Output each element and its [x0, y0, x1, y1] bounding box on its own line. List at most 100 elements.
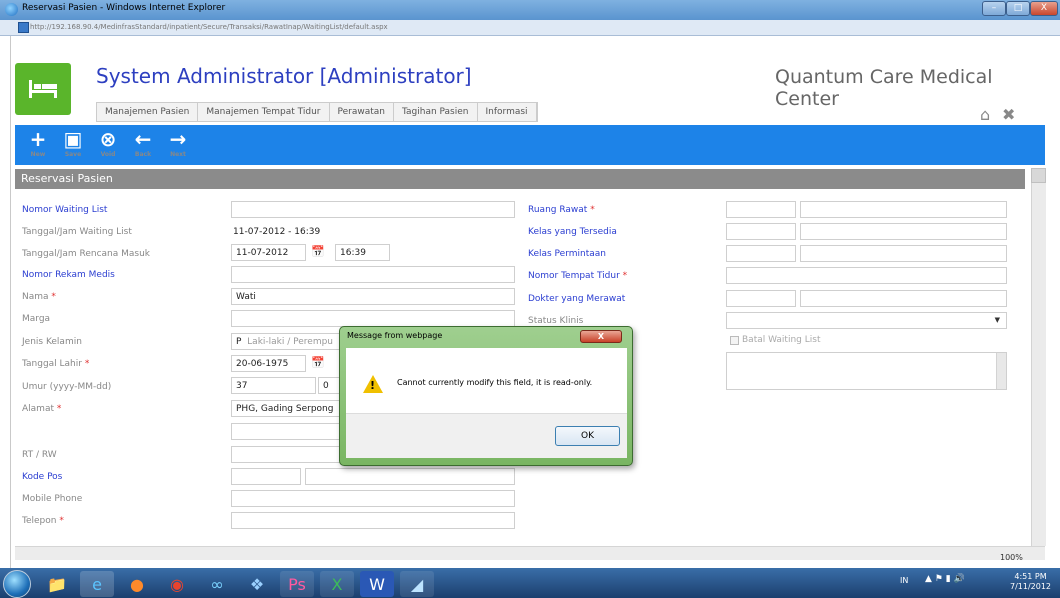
- kode-pos-input[interactable]: [231, 468, 301, 485]
- save-button[interactable]: ▣ Save: [58, 128, 88, 158]
- ruang-rawat-code-input[interactable]: [726, 201, 796, 218]
- clock[interactable]: 4:51 PM 7/11/2012: [1010, 572, 1051, 592]
- clock-time: 4:51 PM: [1014, 572, 1047, 581]
- kelas-tersedia-name-input[interactable]: [800, 223, 1007, 240]
- excel-icon[interactable]: X: [320, 571, 354, 597]
- void-circle-x-icon: ⊗: [99, 127, 117, 151]
- address-bar[interactable]: http://192.168.90.4/MedinfrasStandard/in…: [0, 20, 1060, 36]
- arrow-left-icon: ←: [134, 127, 152, 151]
- rt-rw-input[interactable]: [231, 446, 341, 463]
- nomor-waiting-list-label: Nomor Waiting List: [22, 205, 108, 215]
- menu-tagihan-pasien[interactable]: Tagihan Pasien: [394, 103, 478, 121]
- firefox-icon[interactable]: ●: [120, 571, 154, 597]
- tanggal-rencana-date-input[interactable]: 11-07-2012: [231, 244, 306, 261]
- nomor-tempat-tidur-input[interactable]: [726, 267, 1007, 284]
- jenis-kelamin-input[interactable]: P Laki-laki / Perempu: [231, 333, 341, 350]
- dokter-label: Dokter yang Merawat: [528, 294, 626, 304]
- plus-icon: +: [29, 127, 47, 151]
- nama-input[interactable]: Wati: [231, 288, 515, 305]
- alamat-input[interactable]: PHG, Gading Serpong: [231, 400, 341, 417]
- start-button[interactable]: [3, 570, 31, 598]
- kelas-permintaan-code-input[interactable]: [726, 245, 796, 262]
- home-icon[interactable]: ⌂: [980, 105, 990, 124]
- dialog-message: Cannot currently modify this field, it i…: [397, 378, 593, 387]
- organization-name: Quantum Care Medical Center: [775, 66, 993, 110]
- photoshop-icon[interactable]: Ps: [280, 571, 314, 597]
- dokter-code-input[interactable]: [726, 290, 796, 307]
- tray-icons[interactable]: ▲ ⚑ ▮ 🔊: [925, 574, 965, 584]
- vertical-scrollbar[interactable]: [1031, 168, 1046, 546]
- kelas-tersedia-code-input[interactable]: [726, 223, 796, 240]
- batal-waiting-list-label: Batal Waiting List: [742, 335, 821, 345]
- void-button[interactable]: ⊗ Void: [93, 128, 123, 158]
- marga-input[interactable]: [231, 310, 515, 327]
- batal-waiting-list-checkbox[interactable]: [730, 336, 739, 345]
- kode-pos-label: Kode Pos: [22, 472, 63, 482]
- folder-icon[interactable]: 📁: [40, 571, 74, 597]
- dialog-title: Message from webpage: [347, 331, 443, 340]
- telepon-input[interactable]: [231, 512, 515, 529]
- alamat-line2-input[interactable]: [231, 423, 341, 440]
- next-button[interactable]: → Next: [163, 128, 193, 158]
- tray-language[interactable]: IN: [900, 576, 908, 585]
- network-icon[interactable]: ∞: [200, 571, 234, 597]
- maximize-button[interactable]: □: [1006, 1, 1030, 16]
- app-icon[interactable]: ◢: [400, 571, 434, 597]
- marga-label: Marga: [22, 314, 51, 324]
- nomor-rekam-medis-input[interactable]: [231, 266, 515, 283]
- kelas-permintaan-name-input[interactable]: [800, 245, 1007, 262]
- mobile-phone-input[interactable]: [231, 490, 515, 507]
- calendar-icon[interactable]: 📅: [311, 245, 325, 258]
- menu-manajemen-pasien[interactable]: Manajemen Pasien: [97, 103, 199, 121]
- kode-pos-desc-input[interactable]: [305, 468, 515, 485]
- section-header: Reservasi Pasien: [15, 169, 1025, 189]
- dokter-name-input[interactable]: [800, 290, 1007, 307]
- menu-perawatan[interactable]: Perawatan: [330, 103, 394, 121]
- remote-icon[interactable]: ❖: [240, 571, 274, 597]
- ie-taskbar-icon[interactable]: e: [80, 571, 114, 597]
- ok-button[interactable]: OK: [555, 426, 620, 446]
- status-klinis-select[interactable]: ▼: [726, 312, 1007, 329]
- kelas-permintaan-label: Kelas Permintaan: [528, 249, 606, 259]
- close-icon[interactable]: ✖: [1002, 105, 1015, 124]
- minimize-button[interactable]: –: [982, 1, 1006, 16]
- dialog-close-button[interactable]: X: [580, 330, 622, 343]
- jenis-kelamin-code: P: [236, 337, 242, 347]
- close-window-button[interactable]: X: [1030, 1, 1058, 16]
- arrow-right-icon: →: [169, 127, 187, 151]
- page-icon: [18, 22, 29, 33]
- jenis-kelamin-label: Jenis Kelamin: [22, 337, 82, 347]
- nomor-waiting-list-input[interactable]: [231, 201, 515, 218]
- clock-date: 7/11/2012: [1010, 582, 1052, 591]
- word-icon[interactable]: W: [360, 571, 394, 597]
- menu-informasi[interactable]: Informasi: [478, 103, 537, 121]
- menu-manajemen-tempat-tidur[interactable]: Manajemen Tempat Tidur: [198, 103, 330, 121]
- umur-year-input[interactable]: 37: [231, 377, 316, 394]
- ruang-rawat-name-input[interactable]: [800, 201, 1007, 218]
- tanggal-waiting-value: 11-07-2012 - 16:39: [233, 227, 321, 237]
- zoom-level[interactable]: 100%: [1000, 553, 1023, 562]
- horizontal-scrollbar[interactable]: [15, 546, 1045, 560]
- tanggal-rencana-time-input[interactable]: 16:39: [335, 244, 390, 261]
- main-menu: Manajemen Pasien Manajemen Tempat Tidur …: [96, 102, 538, 122]
- calendar-icon[interactable]: 📅: [311, 356, 325, 369]
- ruang-rawat-label: Ruang Rawat: [528, 205, 595, 215]
- chrome-icon[interactable]: ◉: [160, 571, 194, 597]
- scroll-up-button[interactable]: [1031, 168, 1046, 183]
- url-text[interactable]: http://192.168.90.4/MedinfrasStandard/in…: [30, 23, 388, 31]
- tanggal-rencana-label: Tanggal/Jam Rencana Masuk: [22, 249, 151, 259]
- section-title: Reservasi Pasien: [21, 172, 113, 185]
- kelas-tersedia-label: Kelas yang Tersedia: [528, 227, 617, 237]
- ie-icon: [5, 3, 18, 16]
- chevron-down-icon: ▼: [994, 316, 1000, 324]
- alamat-label: Alamat: [22, 404, 61, 414]
- tanggal-lahir-input[interactable]: 20-06-1975: [231, 355, 306, 372]
- textarea-scrollbar[interactable]: [996, 353, 1006, 389]
- nomor-tempat-tidur-label: Nomor Tempat Tidur: [528, 271, 627, 281]
- notes-textarea[interactable]: [726, 352, 1007, 390]
- bed-logo-icon: [15, 63, 71, 115]
- new-button[interactable]: + New: [23, 128, 53, 158]
- tanggal-lahir-label: Tanggal Lahir: [22, 359, 89, 369]
- back-button[interactable]: ← Back: [128, 128, 158, 158]
- status-klinis-label: Status Klinis: [528, 316, 584, 326]
